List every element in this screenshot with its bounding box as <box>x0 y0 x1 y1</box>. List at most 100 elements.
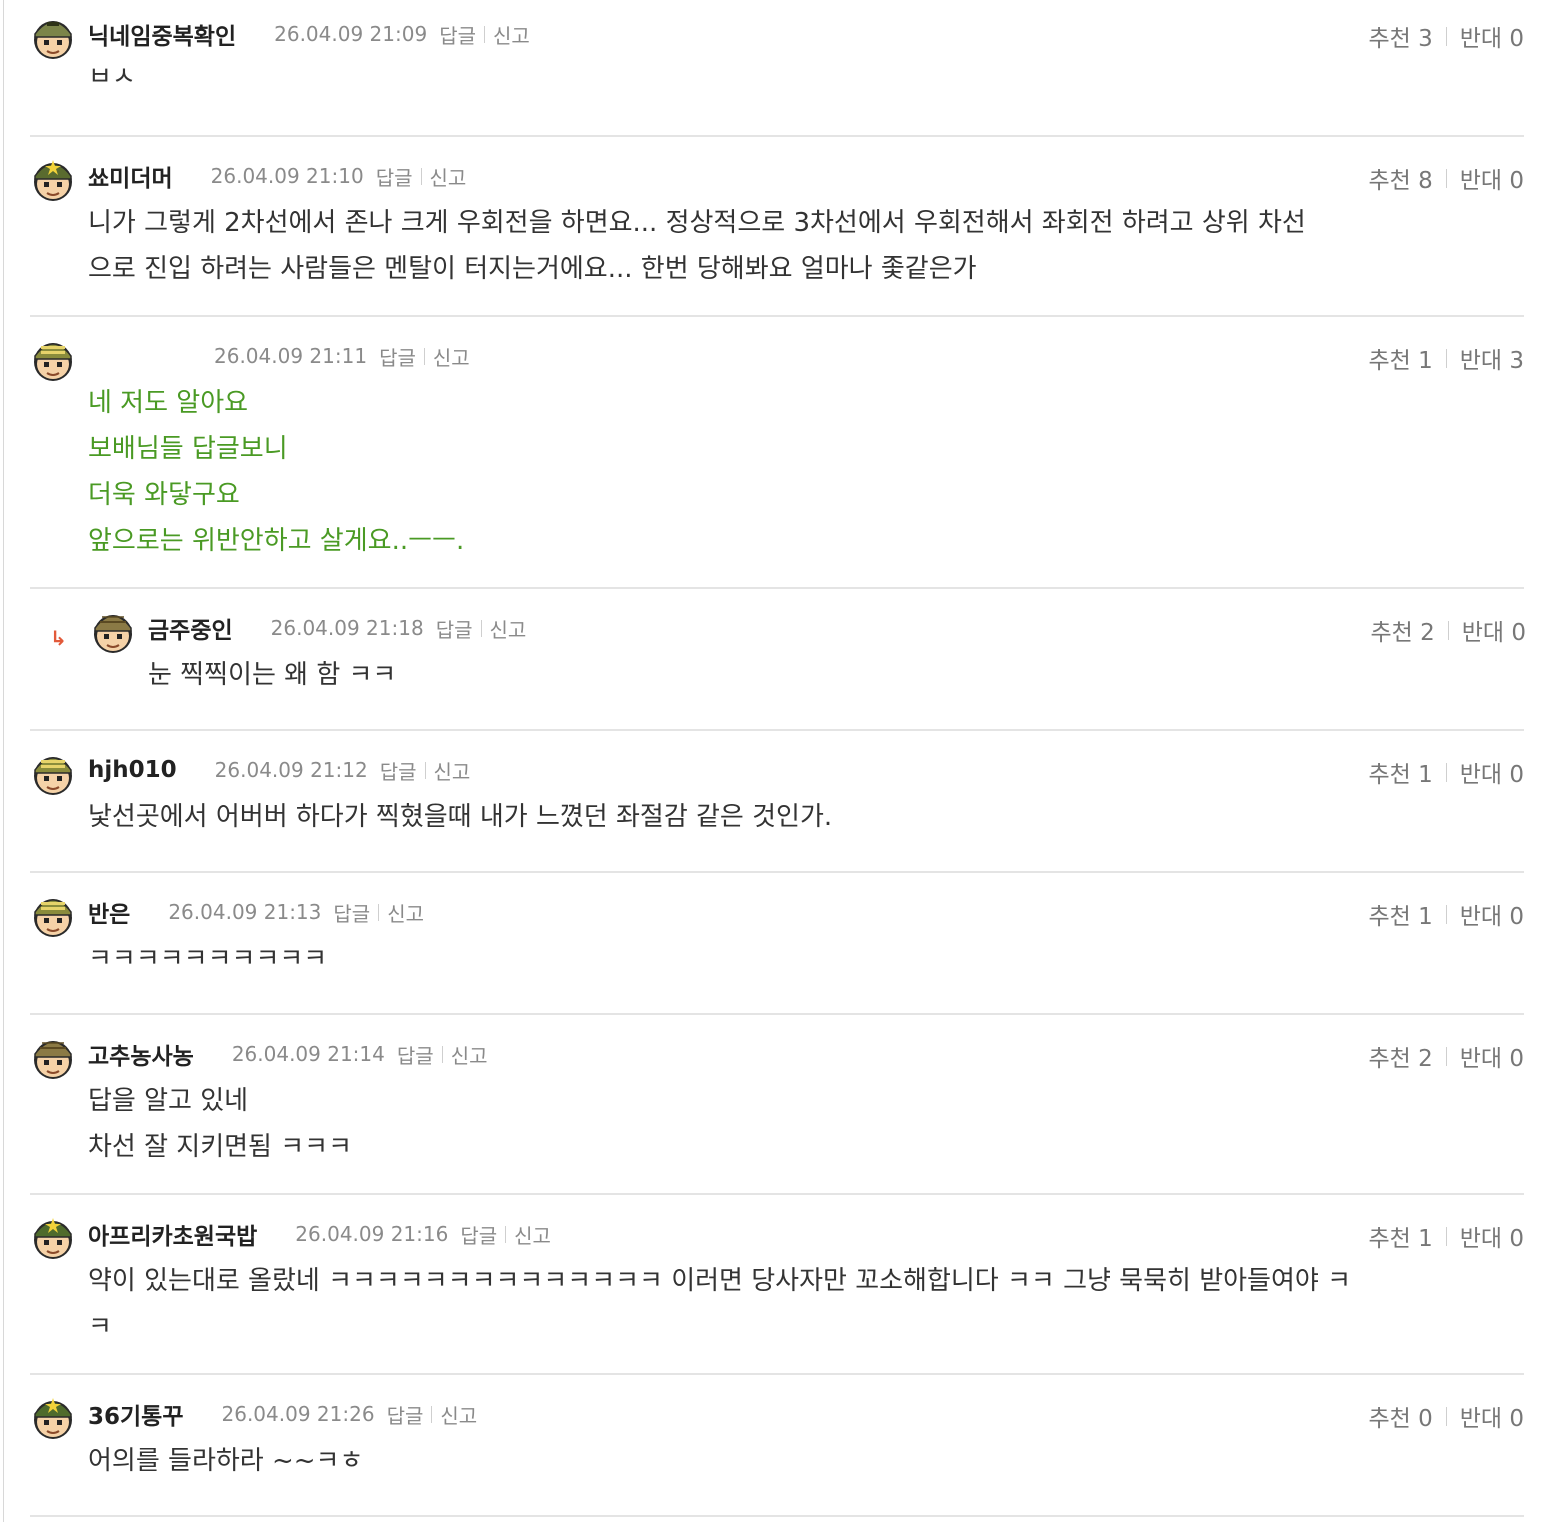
report-button[interactable]: 신고 <box>493 20 530 49</box>
recommend-button[interactable]: 추천 1 <box>1368 755 1432 789</box>
nickname[interactable]: hjh010 <box>88 757 177 783</box>
comment-line: 약이 있는대로 올랐네 ㅋㅋㅋㅋㅋㅋㅋㅋㅋㅋㅋㅋㅋㅋ 이러면 당사자만 꼬소해합… <box>88 1266 1351 1296</box>
reply-button[interactable]: 답글 <box>397 1040 434 1069</box>
comment-meta: 닉네임중복확인 26.04.09 21:09 답글 신고 <box>88 14 530 54</box>
avatar[interactable] <box>30 156 76 202</box>
report-button[interactable]: 신고 <box>434 756 471 785</box>
recommend-label: 추천 <box>1368 1046 1411 1072</box>
oppose-button[interactable]: 반대 3 <box>1460 341 1524 375</box>
reply-button[interactable]: 답글 <box>376 162 413 191</box>
oppose-button[interactable]: 반대 0 <box>1460 1039 1524 1073</box>
comment-line: 눈 찍찍이는 왜 함 ㅋㅋ <box>148 660 397 690</box>
reply-button[interactable]: 답글 <box>380 756 417 785</box>
comment-line: 니가 그렇게 2차선에서 존나 크게 우회전을 하면요... 정상적으로 3차선… <box>88 208 1306 238</box>
nickname[interactable]: 닉네임중복확인 <box>88 17 236 51</box>
report-button[interactable]: 신고 <box>490 614 527 643</box>
comment-timestamp: 26.04.09 21:16 <box>295 1222 449 1246</box>
recommend-button[interactable]: 추천 0 <box>1368 1399 1432 1433</box>
comment-separator <box>30 587 1524 589</box>
divider <box>423 347 425 365</box>
report-button[interactable]: 신고 <box>451 1040 488 1069</box>
recommend-button[interactable]: 추천 1 <box>1368 897 1432 931</box>
avatar[interactable] <box>30 14 76 60</box>
avatar[interactable] <box>30 892 76 938</box>
oppose-button[interactable]: 반대 0 <box>1460 755 1524 789</box>
recommend-count: 8 <box>1418 168 1433 194</box>
recommend-button[interactable]: 추천 2 <box>1368 1039 1432 1073</box>
recommend-button[interactable]: 추천 2 <box>1370 613 1434 647</box>
reply-arrow-icon: ↳ <box>50 626 67 650</box>
nickname[interactable]: 36기통꾸 <box>88 1397 184 1431</box>
report-button[interactable]: 신고 <box>514 1220 551 1249</box>
vote-box: 추천 0 반대 0 <box>1368 1394 1524 1438</box>
reply-button[interactable]: 답글 <box>379 342 416 371</box>
nickname[interactable]: 아프리카초원국밥 <box>88 1217 257 1251</box>
recommend-button[interactable]: 추천 1 <box>1368 341 1432 375</box>
oppose-button[interactable]: 반대 0 <box>1460 897 1524 931</box>
oppose-label: 반대 <box>1459 762 1503 788</box>
oppose-button[interactable]: 반대 0 <box>1460 19 1524 53</box>
avatar[interactable] <box>90 608 136 654</box>
reply-button[interactable]: 답글 <box>436 614 473 643</box>
reply-button[interactable]: 답글 <box>460 1220 497 1249</box>
comment-line: ㅋㅋㅋㅋㅋㅋㅋㅋㅋㅋ <box>88 944 328 974</box>
comment-line: 으로 진입 하려는 사람들은 멘탈이 터지는거에요... 한번 당해봐요 얼마나… <box>88 254 977 284</box>
comment-separator <box>30 1373 1524 1375</box>
recommend-button[interactable]: 추천 8 <box>1368 161 1432 195</box>
nickname[interactable]: 반은 <box>88 895 130 929</box>
comment-text: 낯선곳에서 어버버 하다가 찍혔을때 내가 느꼈던 좌절감 같은 것인가. <box>88 794 832 840</box>
comment-separator <box>30 1515 1524 1517</box>
recommend-count: 1 <box>1418 348 1433 374</box>
recommend-label: 추천 <box>1370 620 1413 646</box>
vote-box: 추천 8 반대 0 <box>1368 156 1524 200</box>
report-button[interactable]: 신고 <box>387 898 424 927</box>
oppose-button[interactable]: 반대 0 <box>1462 613 1526 647</box>
comment-separator <box>30 729 1524 731</box>
oppose-label: 반대 <box>1459 904 1503 930</box>
report-button[interactable]: 신고 <box>440 1400 477 1429</box>
avatar[interactable] <box>30 1034 76 1080</box>
nickname[interactable]: 고추농사농 <box>88 1037 194 1071</box>
divider <box>1445 168 1447 188</box>
vote-box: 추천 1 반대 0 <box>1368 750 1524 794</box>
comment-timestamp: 26.04.09 21:18 <box>270 616 424 640</box>
oppose-label: 반대 <box>1459 1406 1503 1432</box>
oppose-count: 0 <box>1509 168 1524 194</box>
comment-line: 답을 알고 있네 <box>88 1086 249 1116</box>
comment-text: 약이 있는대로 올랐네 ㅋㅋㅋㅋㅋㅋㅋㅋㅋㅋㅋㅋㅋㅋ 이러면 당사자만 꼬소해합… <box>88 1258 1351 1350</box>
comment-text: 니가 그렇게 2차선에서 존나 크게 우회전을 하면요... 정상적으로 3차선… <box>88 200 1306 292</box>
reply-button[interactable]: 답글 <box>439 20 476 49</box>
divider <box>424 761 426 779</box>
recommend-button[interactable]: 추천 3 <box>1368 19 1432 53</box>
reply-button[interactable]: 답글 <box>387 1400 424 1429</box>
oppose-button[interactable]: 반대 0 <box>1460 1399 1524 1433</box>
oppose-button[interactable]: 반대 0 <box>1460 161 1524 195</box>
avatar[interactable] <box>30 1394 76 1440</box>
avatar[interactable] <box>30 750 76 796</box>
comment-text: 눈 찍찍이는 왜 함 ㅋㅋ <box>148 652 396 698</box>
vote-box: 추천 1 반대 0 <box>1368 892 1524 936</box>
oppose-button[interactable]: 반대 0 <box>1460 1219 1524 1253</box>
comment-line: 앞으로는 위반안하고 살게요..ㅡㅡ. <box>88 526 465 556</box>
recommend-button[interactable]: 추천 1 <box>1368 1219 1432 1253</box>
vote-box: 추천 1 반대 0 <box>1368 1214 1524 1258</box>
report-button[interactable]: 신고 <box>433 342 470 371</box>
nickname[interactable]: 쑈미더머 <box>88 159 173 193</box>
divider <box>1445 904 1447 924</box>
divider <box>484 25 485 43</box>
recommend-count: 1 <box>1418 762 1433 788</box>
oppose-count: 3 <box>1509 348 1524 374</box>
comment-meta: 쑈미더머 26.04.09 21:10 답글 신고 <box>88 156 466 196</box>
recommend-count: 2 <box>1420 620 1435 646</box>
nickname[interactable]: 금주중인 <box>148 611 233 645</box>
recommend-label: 추천 <box>1368 168 1411 194</box>
avatar[interactable] <box>30 336 76 382</box>
divider <box>1445 1046 1447 1066</box>
avatar[interactable] <box>30 1214 76 1260</box>
oppose-label: 반대 <box>1459 348 1503 374</box>
comment-line: 어의를 들라하라 ~~ㅋㅎ <box>88 1446 364 1476</box>
comment-text: 네 저도 알아요 보배님들 답글보니 더욱 와닿구요 앞으로는 위반안하고 살게요..… <box>88 380 464 564</box>
oppose-count: 0 <box>1509 26 1524 52</box>
report-button[interactable]: 신고 <box>430 162 467 191</box>
reply-button[interactable]: 답글 <box>333 898 370 927</box>
